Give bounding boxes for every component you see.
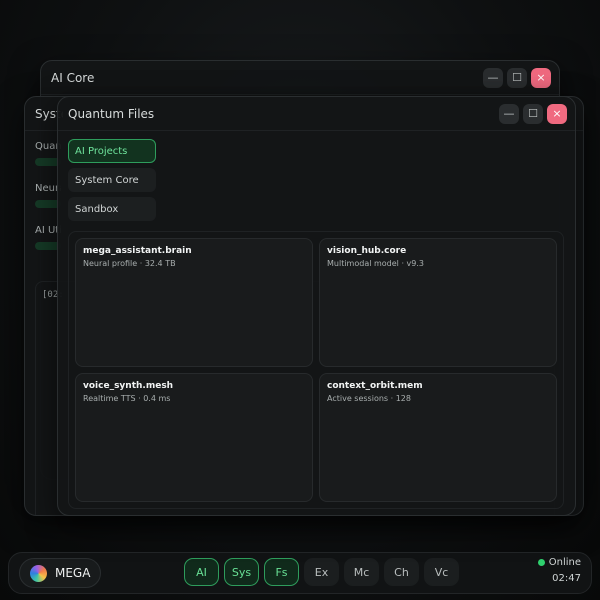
sidebar-item-system-core[interactable]: System Core	[68, 168, 156, 192]
file-meta: Multimodal model · v9.3	[327, 259, 424, 268]
file-grid: mega_assistant.brain Neural profile · 32…	[68, 231, 564, 509]
files-sidebar: AI Projects System Core Sandbox	[68, 139, 158, 226]
taskbar-app-ai[interactable]: AI	[184, 558, 219, 586]
file-name: voice_synth.mesh	[83, 381, 174, 391]
start-label: MEGA	[55, 566, 91, 580]
file-meta: Active sessions · 128	[327, 394, 411, 403]
window-controls: — ☐ ×	[499, 103, 567, 124]
file-meta: Neural profile · 32.4 TB	[83, 259, 176, 268]
status-text: Online	[548, 557, 581, 568]
minimize-icon[interactable]: —	[499, 103, 519, 124]
taskbar-app-ex[interactable]: Ex	[304, 558, 339, 586]
quantum-files-window[interactable]: Quantum Files — ☐ × AI Projects System C…	[57, 96, 576, 516]
start-button[interactable]: MEGA	[19, 558, 101, 588]
taskbar-app-fs[interactable]: Fs	[264, 558, 299, 586]
sidebar-item-sandbox[interactable]: Sandbox	[68, 197, 156, 221]
taskbar-app-sys[interactable]: Sys	[224, 558, 259, 586]
taskbar-app-vc[interactable]: Vc	[424, 558, 459, 586]
window-title: Quantum Files	[68, 106, 155, 121]
file-card[interactable]: voice_synth.mesh Realtime TTS · 0.4 ms	[75, 373, 313, 502]
window-title: AI Core	[51, 70, 95, 85]
file-name: vision_hub.core	[327, 246, 407, 256]
taskbar-apps: AI Sys Fs Ex Mc Ch Vc	[184, 558, 459, 586]
ai-core-titlebar[interactable]: AI Core — ☐ ×	[41, 61, 559, 95]
online-status-icon	[537, 559, 545, 566]
status-indicator: Online	[537, 557, 581, 568]
minimize-icon[interactable]: —	[483, 67, 503, 88]
taskbar-app-ch[interactable]: Ch	[384, 558, 419, 586]
clock: 02:47	[552, 573, 581, 584]
system-tray: Online 02:47	[537, 557, 581, 584]
file-card[interactable]: vision_hub.core Multimodal model · v9.3	[319, 238, 557, 367]
maximize-icon[interactable]: ☐	[507, 67, 527, 88]
close-icon[interactable]: ×	[547, 103, 567, 124]
file-name: mega_assistant.brain	[83, 246, 192, 256]
file-meta: Realtime TTS · 0.4 ms	[83, 394, 171, 403]
taskbar-app-mc[interactable]: Mc	[344, 558, 379, 586]
close-icon[interactable]: ×	[531, 67, 551, 88]
maximize-icon[interactable]: ☐	[523, 103, 543, 124]
file-name: context_orbit.mem	[327, 381, 423, 391]
file-card[interactable]: mega_assistant.brain Neural profile · 32…	[75, 238, 313, 367]
quantum-files-titlebar[interactable]: Quantum Files — ☐ ×	[58, 97, 575, 131]
file-card[interactable]: context_orbit.mem Active sessions · 128	[319, 373, 557, 502]
window-controls: — ☐ ×	[483, 67, 551, 88]
mega-logo-icon	[30, 564, 47, 582]
taskbar: MEGA AI Sys Fs Ex Mc Ch Vc Online 02:47	[8, 552, 592, 594]
sidebar-item-ai-projects[interactable]: AI Projects	[68, 139, 156, 163]
